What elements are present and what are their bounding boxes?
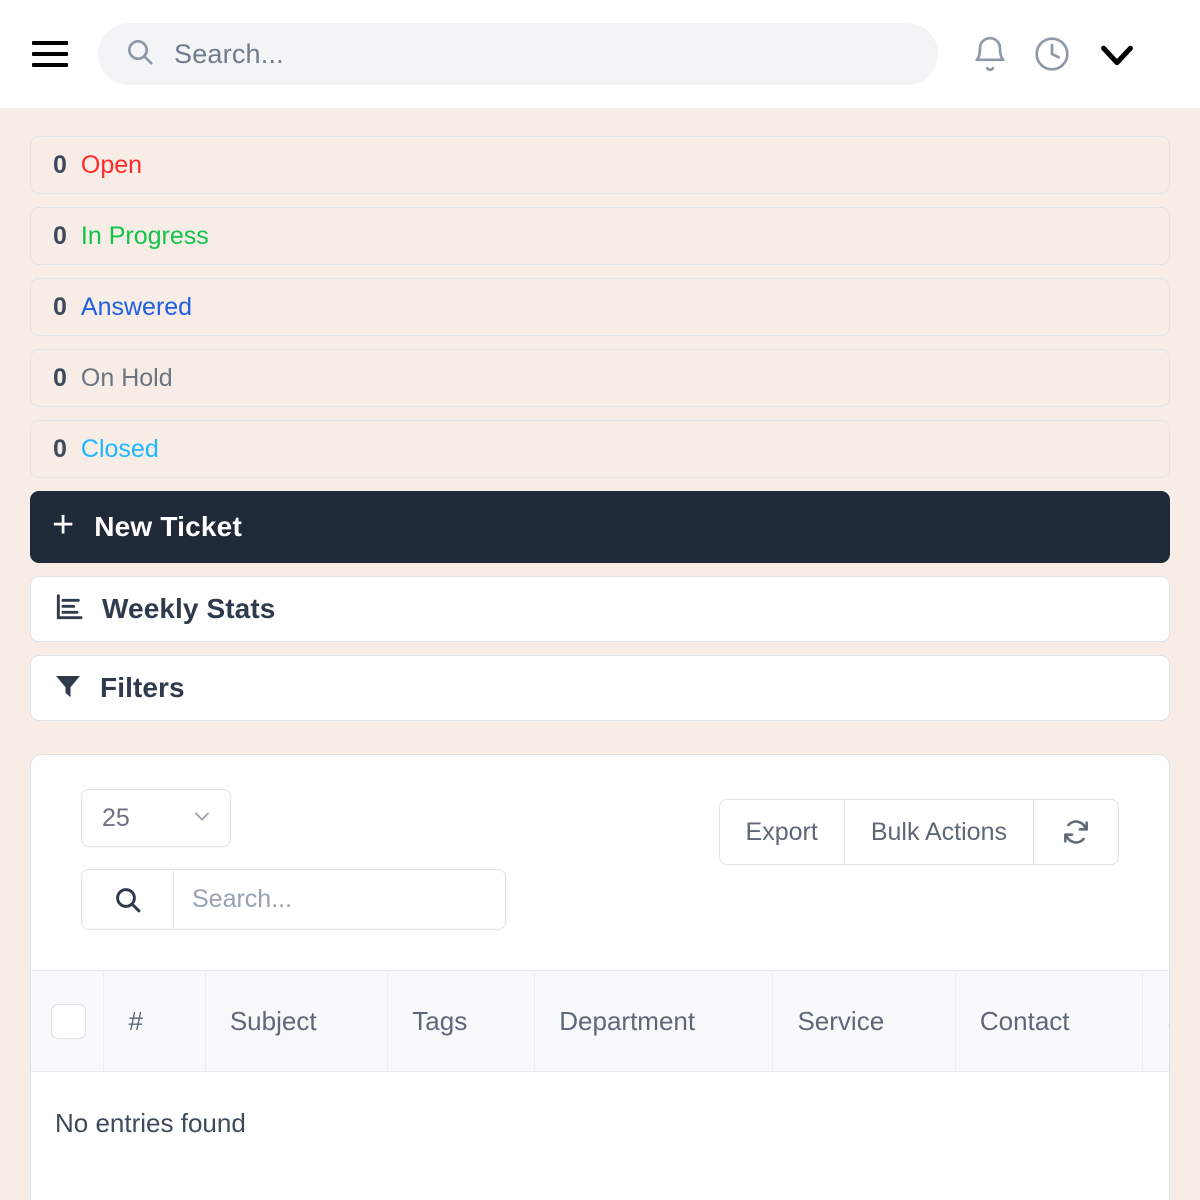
column-header-service[interactable]: Service [772,970,956,1072]
weekly-stats-button[interactable]: Weekly Stats [30,576,1170,642]
top-navbar: Search... [0,0,1200,108]
column-header-subject[interactable]: Subject [205,970,389,1072]
bar-chart-icon [53,591,85,628]
chevron-down-icon [190,804,214,833]
table-search-input[interactable]: Search... [81,869,506,930]
status-label: In Progress [80,221,209,250]
table-search-placeholder: Search... [192,885,293,913]
weekly-stats-label: Weekly Stats [102,593,276,624]
new-ticket-button[interactable]: + New Ticket [30,491,1170,563]
column-header-number[interactable]: # [103,970,206,1072]
plus-icon: + [52,504,75,546]
status-filter-closed[interactable]: 0 Closed [30,420,1170,478]
hamburger-line [32,41,68,45]
column-header-status[interactable]: Status [1142,970,1169,1072]
search-icon [124,36,156,73]
refresh-sync-icon[interactable] [1033,800,1118,864]
status-count: 0 [53,292,67,321]
column-header-contact[interactable]: Contact [955,970,1144,1072]
search-icon [82,870,174,929]
page-length-value: 25 [102,803,130,832]
chevron-down-icon[interactable] [1094,31,1140,77]
empty-message: No entries found [55,1108,246,1138]
status-label: Answered [80,292,193,321]
main-content: 0 Open 0 In Progress 0 Answered 0 On Hol… [0,108,1200,1200]
table-header: # Subject Tags Department Service Contac… [31,970,1169,1072]
filters-button[interactable]: Filters [30,655,1170,721]
navbar-icon-group [970,31,1140,77]
funnel-filter-icon [53,671,83,706]
select-all-column [31,970,105,1072]
table-toolbar: 25 Export Bulk Actions Search... [31,755,1169,970]
recent-activity-clock-icon[interactable] [1032,34,1072,74]
page-length-select[interactable]: 25 [81,789,231,847]
status-count: 0 [53,221,67,250]
table-action-button-group: Export Bulk Actions [718,799,1119,865]
table-header-row: # Subject Tags Department Service Contac… [31,970,1169,1072]
new-ticket-label: New Ticket [94,511,242,542]
table-empty-row: No entries found [31,1072,1169,1176]
select-all-checkbox[interactable] [51,1003,86,1039]
status-filter-answered[interactable]: 0 Answered [30,278,1170,336]
table-body: No entries found [31,1072,1169,1176]
column-header-tags[interactable]: Tags [387,970,536,1072]
status-count: 0 [53,434,67,463]
tickets-table: # Subject Tags Department Service Contac… [31,970,1169,1175]
status-count: 0 [53,150,67,179]
column-header-department[interactable]: Department [534,970,774,1072]
tickets-table-card: 25 Export Bulk Actions Search... # Subje… [30,754,1170,1200]
status-label: On Hold [80,363,173,392]
global-search-placeholder: Search... [174,38,284,69]
status-count: 0 [53,363,67,392]
table-scroll-container[interactable]: # Subject Tags Department Service Contac… [31,970,1169,1175]
status-filter-in-progress[interactable]: 0 In Progress [30,207,1170,265]
bulk-actions-button[interactable]: Bulk Actions [843,800,1033,864]
notifications-bell-icon[interactable] [970,34,1010,74]
status-label: Closed [80,434,159,463]
filters-label: Filters [100,672,185,703]
status-filter-open[interactable]: 0 Open [30,136,1170,194]
status-filter-on-hold[interactable]: 0 On Hold [30,349,1170,407]
hamburger-menu-icon[interactable] [32,34,72,74]
hamburger-line [32,52,68,56]
global-search-input[interactable]: Search... [98,23,938,85]
status-label: Open [80,150,143,179]
hamburger-line [32,63,68,67]
export-button[interactable]: Export [720,800,844,864]
